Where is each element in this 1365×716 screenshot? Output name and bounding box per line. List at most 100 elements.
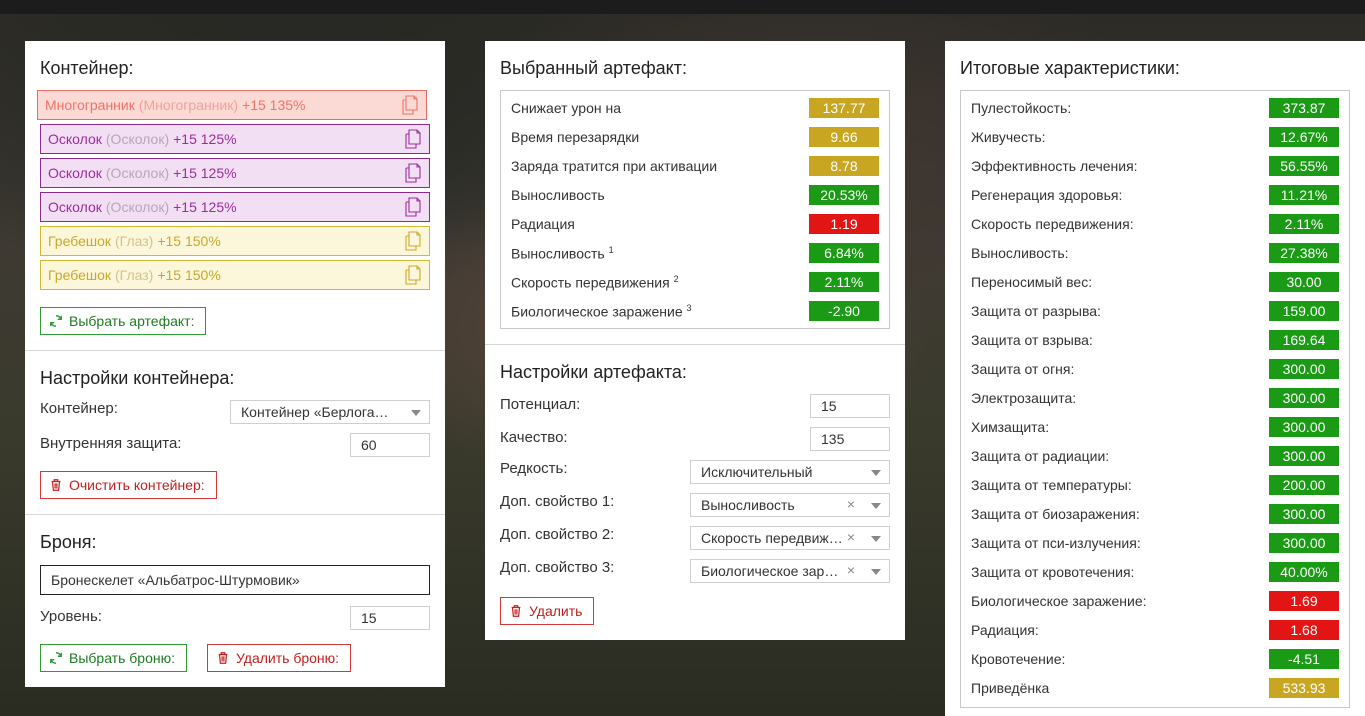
stat-name: Защита от разрыва: (971, 303, 1101, 319)
stat-value: 20.53% (809, 185, 879, 205)
slot-bonus: +15 135% (242, 97, 306, 113)
clear-icon[interactable]: × (847, 496, 855, 512)
extra-property-3-select[interactable]: Биологическое заражение × (690, 559, 890, 583)
stat-value: 200.00 (1269, 475, 1339, 495)
stat-value: 300.00 (1269, 533, 1339, 553)
choose-artifact-button[interactable]: Выбрать артефакт: (40, 307, 206, 335)
armor-title: Броня: (40, 532, 97, 552)
slot-type: (Глаз) (115, 233, 154, 249)
stat-name: Биологическое заражение: (971, 593, 1147, 609)
stat-row: Скорость передвижения: 2.11% (961, 209, 1349, 238)
copy-icon[interactable] (405, 163, 421, 183)
stat-row: Скорость передвижения 2 2.11% (501, 267, 889, 296)
delete-armor-label: Удалить броню: (236, 650, 340, 666)
slot-type: (Осколок) (105, 199, 170, 215)
container-slot[interactable]: Осколок (Осколок) +15 125% (40, 192, 430, 222)
extra-property-3-value: Биологическое заражение (701, 563, 846, 579)
slot-bonus: +15 125% (173, 165, 237, 181)
delete-artifact-label: Удалить (529, 603, 583, 619)
chevron-down-icon (871, 470, 881, 476)
armor-input[interactable]: Бронескелет «Альбатрос-Штурмовик» (40, 565, 430, 595)
stat-value: -4.51 (1269, 649, 1339, 669)
potential-input[interactable]: 15 (810, 394, 890, 418)
inner-protection-input[interactable]: 60 (350, 433, 430, 457)
chevron-down-icon (871, 503, 881, 509)
stat-name: Защита от огня: (971, 361, 1075, 377)
divider (485, 344, 905, 345)
stat-value: 1.19 (809, 214, 879, 234)
inner-protection-label: Внутренняя защита: (40, 435, 182, 452)
quality-label: Качество: (500, 429, 568, 446)
stat-name: Время перезарядки (511, 129, 640, 145)
slot-bonus: +15 125% (173, 199, 237, 215)
stat-name: Защита от пси-излучения: (971, 535, 1141, 551)
container-slot[interactable]: Гребешок (Глаз) +15 150% (40, 226, 430, 256)
stat-value: 300.00 (1269, 504, 1339, 524)
stat-row: Приведёнка 533.93 (961, 673, 1349, 702)
container-slot[interactable]: Многогранник (Многогранник) +15 135% (37, 90, 427, 120)
quality-input[interactable]: 135 (810, 427, 890, 451)
stat-name: Защита от биозаражения: (971, 506, 1140, 522)
slot-name: Осколок (48, 131, 102, 147)
stat-value: 533.93 (1269, 678, 1339, 698)
extra-property-1-select[interactable]: Выносливость × (690, 493, 890, 517)
slot-name: Гребешок (48, 267, 111, 283)
stat-name: Электрозащита: (971, 390, 1077, 406)
level-input[interactable]: 15 (350, 606, 430, 630)
extra-property-1-value: Выносливость (701, 497, 795, 513)
top-bar (0, 0, 1365, 14)
slot-name: Гребешок (48, 233, 111, 249)
extra-property-3-label: Доп. свойство 3: (500, 559, 615, 576)
rarity-select-value: Исключительный (701, 464, 813, 480)
choose-armor-button[interactable]: Выбрать броню: (40, 644, 187, 672)
container-select[interactable]: Контейнер «Берлога… (230, 400, 430, 424)
extra-property-1-label: Доп. свойство 1: (500, 493, 615, 510)
stat-row: Снижает урон на 137.77 (501, 93, 889, 122)
extra-property-2-label: Доп. свойство 2: (500, 526, 615, 543)
chevron-down-icon (871, 536, 881, 542)
stat-footnote: 1 (608, 245, 614, 255)
container-panel: Контейнер: Многогранник (Многогранник) +15… (25, 41, 445, 687)
copy-icon[interactable] (405, 197, 421, 217)
slot-bonus: +15 125% (173, 131, 237, 147)
clear-icon[interactable]: × (847, 529, 855, 545)
copy-icon[interactable] (405, 265, 421, 285)
stat-row: Выносливость: 27.38% (961, 238, 1349, 267)
chevron-down-icon (411, 410, 421, 416)
stat-value: -2.90 (809, 301, 879, 321)
rarity-select[interactable]: Исключительный (690, 460, 890, 484)
delete-artifact-button[interactable]: Удалить (500, 597, 594, 625)
stat-row: Защита от радиации: 300.00 (961, 441, 1349, 470)
stat-value: 300.00 (1269, 446, 1339, 466)
copy-icon[interactable] (402, 95, 418, 115)
stat-name: Пулестойкость: (971, 100, 1072, 116)
totals-title: Итоговые характеристики: (960, 58, 1180, 78)
copy-icon[interactable] (405, 231, 421, 251)
slot-name: Осколок (48, 165, 102, 181)
stat-name: Переносимый вес: (971, 274, 1093, 290)
stat-value: 2.11% (809, 272, 879, 292)
extra-property-2-select[interactable]: Скорость передвижения × (690, 526, 890, 550)
delete-armor-button[interactable]: Удалить броню: (207, 644, 351, 672)
potential-label: Потенциал: (500, 396, 581, 413)
container-label: Контейнер: (40, 400, 118, 417)
stat-name: Регенерация здоровья: (971, 187, 1123, 203)
choose-armor-label: Выбрать броню: (69, 650, 175, 666)
stat-value: 40.00% (1269, 562, 1339, 582)
container-slot[interactable]: Гребешок (Глаз) +15 150% (40, 260, 430, 290)
stat-name: Заряда тратится при активации (511, 158, 718, 174)
copy-icon[interactable] (405, 129, 421, 149)
slot-type: (Глаз) (115, 267, 154, 283)
stat-value: 169.64 (1269, 330, 1339, 350)
clear-icon[interactable]: × (847, 562, 855, 578)
stat-row: Переносимый вес: 30.00 (961, 267, 1349, 296)
container-slot[interactable]: Осколок (Осколок) +15 125% (40, 124, 430, 154)
clear-container-button[interactable]: Очистить контейнер: (40, 471, 217, 499)
stat-name: Защита от температуры: (971, 477, 1132, 493)
stat-footnote: 2 (673, 274, 679, 284)
stat-row: Кровотечение: -4.51 (961, 644, 1349, 673)
stat-footnote: 3 (686, 303, 692, 313)
stat-name: Радиация (511, 216, 575, 232)
container-slot[interactable]: Осколок (Осколок) +15 125% (40, 158, 430, 188)
stat-row: Защита от огня: 300.00 (961, 354, 1349, 383)
